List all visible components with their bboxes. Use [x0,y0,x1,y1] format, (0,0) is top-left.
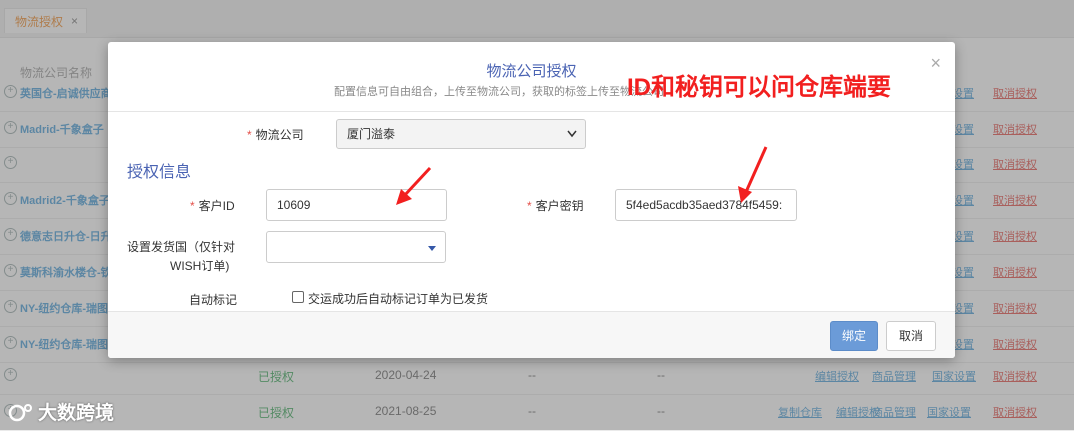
arrow-to-customer-id [396,166,432,205]
annotation-arrows [396,146,768,205]
watermark-logo-icon [8,403,32,421]
arrow-to-customer-key [738,146,768,203]
watermark-text: 大数跨境 [38,403,115,424]
watermark: 大数跨境 [8,398,114,425]
